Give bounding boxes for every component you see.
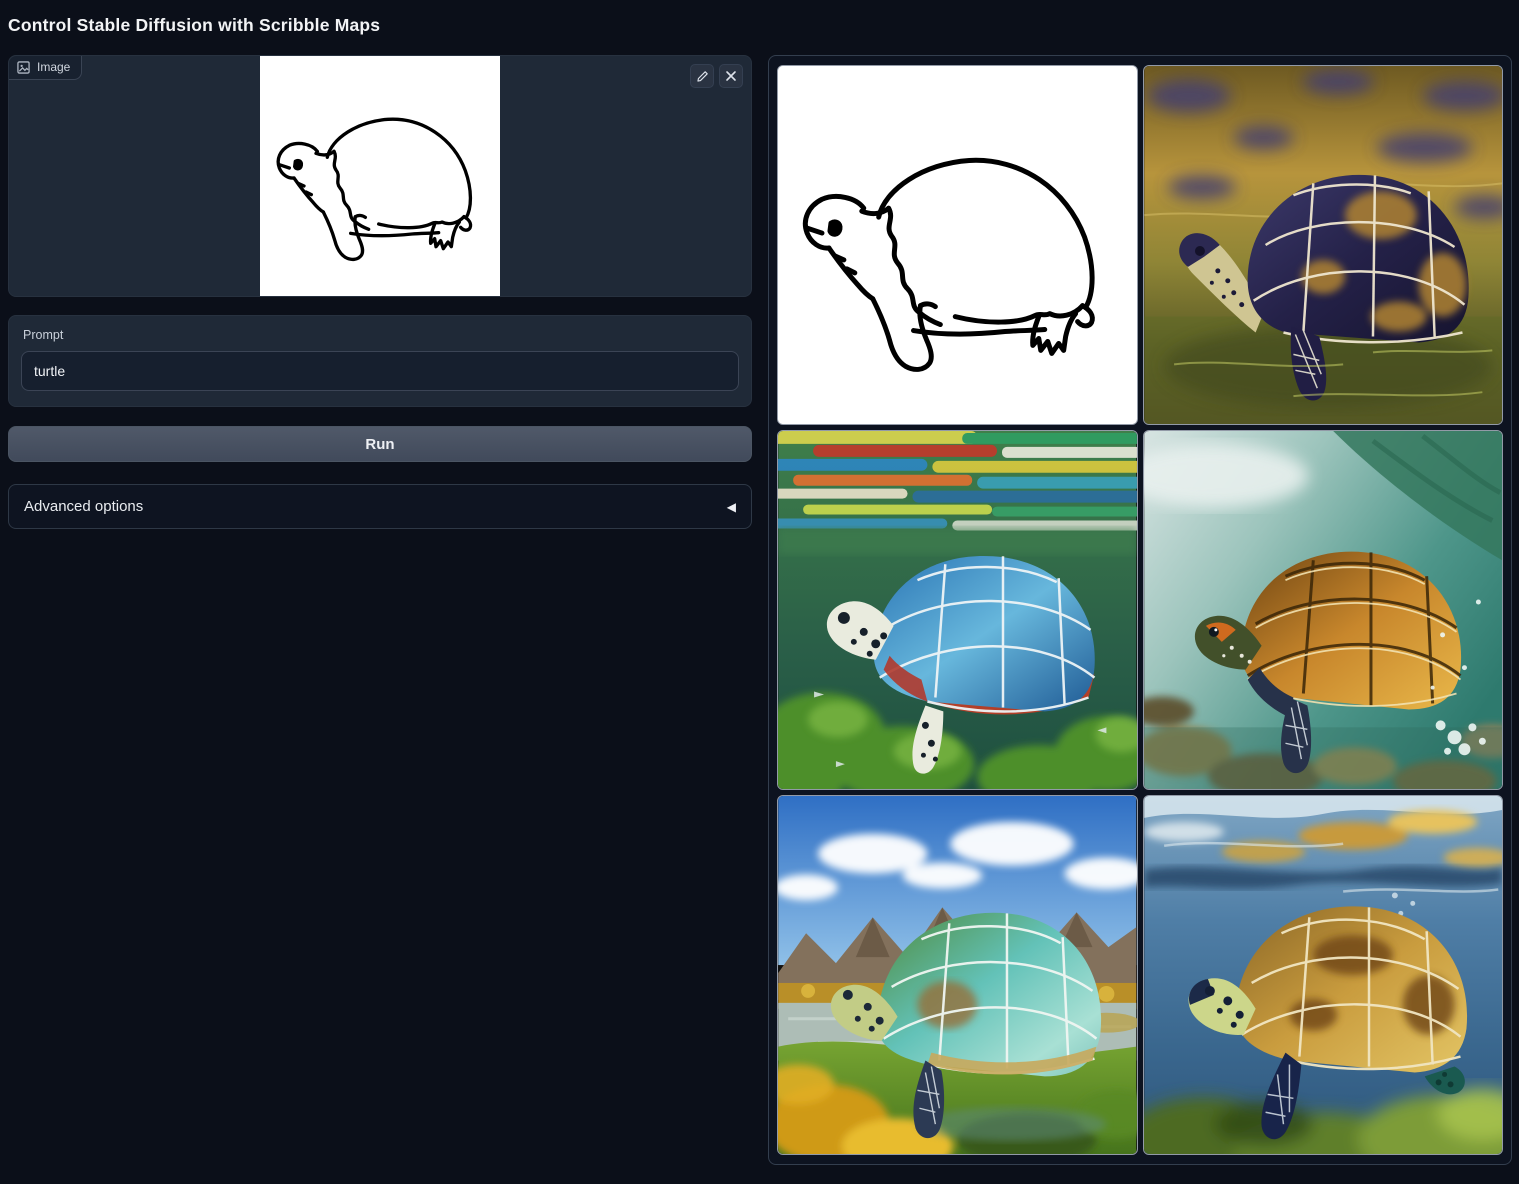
edit-image-button[interactable] — [690, 64, 714, 88]
main-layout: Image — [8, 55, 1511, 1165]
prompt-label: Prompt — [23, 328, 737, 342]
advanced-options-label: Advanced options — [24, 498, 143, 515]
prompt-panel: Prompt — [8, 315, 752, 407]
output-gallery — [768, 55, 1512, 1165]
gallery-image-painted — [778, 431, 1137, 789]
gallery-item-lake[interactable] — [777, 795, 1138, 1155]
gallery-image-stream — [1144, 431, 1503, 789]
prompt-input[interactable] — [21, 351, 739, 391]
gallery-item-underwater[interactable] — [1143, 795, 1504, 1155]
clear-image-button[interactable] — [719, 64, 743, 88]
image-label-text: Image — [37, 60, 70, 74]
run-button[interactable]: Run — [8, 426, 752, 462]
gallery-image-golden-water — [1144, 66, 1503, 424]
gallery-item-scribble[interactable] — [777, 65, 1138, 425]
gallery-item-stream[interactable] — [1143, 430, 1504, 790]
accordion-collapse-icon: ◀ — [727, 500, 736, 514]
gallery-item-painted[interactable] — [777, 430, 1138, 790]
app-root: Control Stable Diffusion with Scribble M… — [0, 0, 1519, 1165]
pencil-icon — [696, 70, 709, 83]
gallery-image-scribble — [778, 66, 1137, 424]
input-scribble-image[interactable] — [260, 56, 500, 296]
controls-column: Image — [8, 55, 752, 529]
image-stage — [9, 56, 751, 296]
image-icon — [17, 61, 30, 74]
gallery-image-underwater — [1144, 796, 1503, 1154]
image-toolbar — [690, 64, 743, 88]
image-component-label: Image — [9, 56, 82, 80]
page-title: Control Stable Diffusion with Scribble M… — [8, 0, 1511, 55]
input-image-panel: Image — [8, 55, 752, 297]
output-column — [768, 55, 1512, 1165]
gallery-image-lake — [778, 796, 1137, 1154]
close-icon — [725, 70, 737, 82]
advanced-options-accordion[interactable]: Advanced options ◀ — [8, 484, 752, 529]
scribble-turtle-drawing — [260, 56, 500, 296]
gallery-item-golden-water[interactable] — [1143, 65, 1504, 425]
